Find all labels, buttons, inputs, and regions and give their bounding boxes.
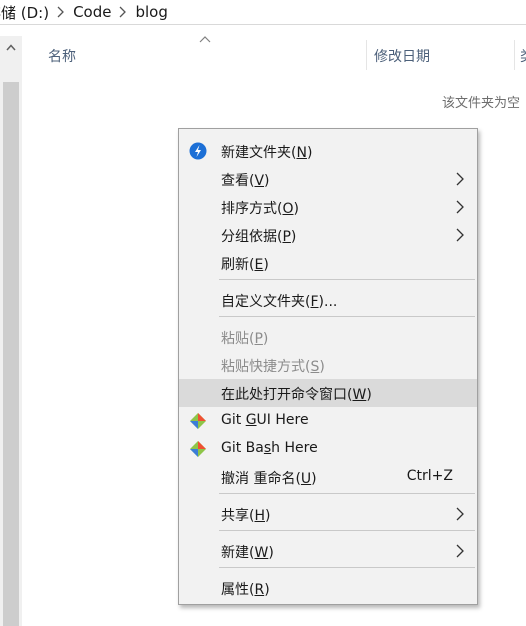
menu-separator	[219, 530, 475, 531]
menu-label: 排序方式(O)	[221, 201, 299, 217]
column-divider[interactable]	[514, 40, 515, 70]
git-icon	[189, 440, 207, 458]
menu-label: Git GUI Here	[221, 412, 309, 428]
menu-label: 分组依据(P)	[221, 229, 297, 245]
chevron-right-icon[interactable]	[49, 6, 73, 18]
scroll-up-arrow-icon[interactable]	[0, 36, 22, 58]
breadcrumb-code[interactable]: Code	[73, 3, 111, 21]
submenu-arrow-icon	[456, 200, 464, 214]
menu-item-view[interactable]: 查看(V)	[179, 165, 477, 193]
empty-folder-message: 该文件夹为空	[442, 96, 521, 111]
breadcrumb-drive[interactable]: 存储 (D:)	[0, 2, 49, 23]
column-header: 名称 修改日期 类	[22, 36, 526, 74]
chevron-right-icon[interactable]	[111, 6, 135, 18]
menu-label: 粘贴(P)	[221, 331, 269, 347]
menu-label: 在此处打开命令窗口(W)	[221, 387, 372, 403]
menu-label: 新建(W)	[221, 545, 274, 561]
menu-item-new[interactable]: 新建(W)	[179, 537, 477, 565]
menu-item-refresh[interactable]: 刷新(E)	[179, 249, 477, 277]
breadcrumb-blog[interactable]: blog	[135, 3, 167, 21]
menu-item-git-gui-here[interactable]: Git GUI Here	[179, 407, 477, 435]
menu-separator	[219, 279, 475, 280]
submenu-arrow-icon	[456, 507, 464, 521]
menu-label: 刷新(E)	[221, 257, 269, 273]
menu-item-share[interactable]: 共享(H)	[179, 500, 477, 528]
menu-label: 粘贴快捷方式(S)	[221, 359, 325, 375]
menu-label: 查看(V)	[221, 173, 270, 189]
menu-item-sort-by[interactable]: 排序方式(O)	[179, 193, 477, 221]
column-divider[interactable]	[366, 40, 367, 70]
menu-item-properties[interactable]: 属性(R)	[179, 574, 477, 602]
scrollbar-thumb[interactable]	[3, 82, 19, 626]
menu-label: 属性(R)	[221, 582, 270, 598]
menu-item-open-command-window[interactable]: 在此处打开命令窗口(W)	[179, 379, 477, 407]
menu-label: 共享(H)	[221, 508, 271, 524]
git-icon	[189, 412, 207, 430]
submenu-arrow-icon	[456, 228, 464, 242]
menu-separator	[219, 567, 475, 568]
column-type[interactable]: 类	[520, 46, 526, 66]
menu-item-paste-shortcut: 粘贴快捷方式(S)	[179, 351, 477, 379]
menu-label: 新建文件夹(N)	[221, 145, 313, 161]
vertical-scrollbar[interactable]	[0, 36, 22, 626]
submenu-arrow-icon	[456, 172, 464, 186]
menu-item-paste: 粘贴(P)	[179, 323, 477, 351]
column-name[interactable]: 名称	[48, 46, 76, 66]
column-date-modified[interactable]: 修改日期	[374, 46, 430, 66]
menu-item-group-by[interactable]: 分组依据(P)	[179, 221, 477, 249]
context-menu: 新建文件夹(N) 查看(V) 排序方式(O) 分组依据(P) 刷新(E) 自定义…	[178, 128, 478, 605]
menu-item-git-bash-here[interactable]: Git Bash Here	[179, 435, 477, 463]
menu-separator	[219, 316, 475, 317]
menu-separator	[219, 493, 475, 494]
menu-label: Git Bash Here	[221, 440, 318, 456]
new-folder-icon	[189, 142, 207, 160]
menu-label: 自定义文件夹(F)...	[221, 294, 338, 310]
sort-ascending-icon	[199, 36, 211, 43]
menu-shortcut: Ctrl+Z	[406, 468, 453, 484]
menu-item-undo-rename[interactable]: 撤消 重命名(U) Ctrl+Z	[179, 463, 477, 491]
submenu-arrow-icon	[456, 544, 464, 558]
address-bar[interactable]: 存储 (D:) Code blog	[0, 0, 526, 25]
menu-item-new-folder[interactable]: 新建文件夹(N)	[179, 137, 477, 165]
menu-label: 撤消 重命名(U)	[221, 471, 317, 487]
menu-item-customize-folder[interactable]: 自定义文件夹(F)...	[179, 286, 477, 314]
